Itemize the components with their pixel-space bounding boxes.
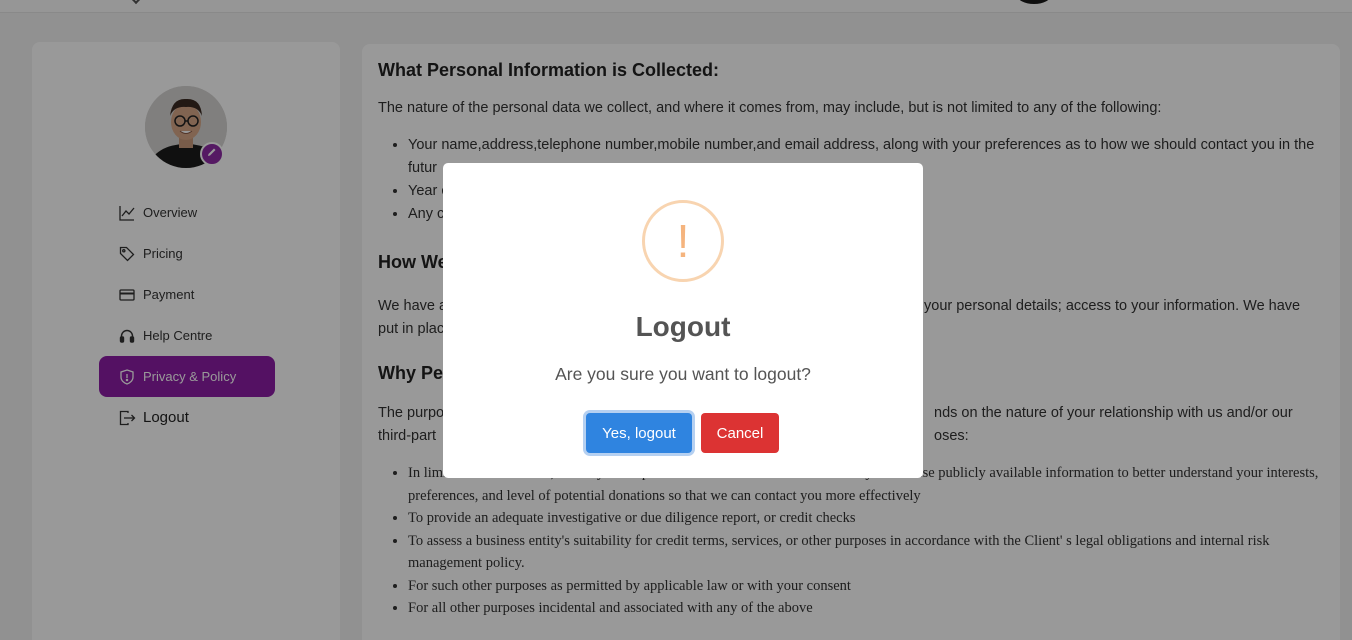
- exclamation-icon: !: [642, 200, 724, 282]
- dialog-message: Are you sure you want to logout?: [555, 364, 811, 384]
- cancel-button[interactable]: Cancel: [701, 413, 779, 453]
- logout-dialog: ! Logout Are you sure you want to logout…: [443, 163, 923, 478]
- confirm-logout-button[interactable]: Yes, logout: [586, 413, 692, 453]
- dialog-title: Logout: [635, 311, 731, 342]
